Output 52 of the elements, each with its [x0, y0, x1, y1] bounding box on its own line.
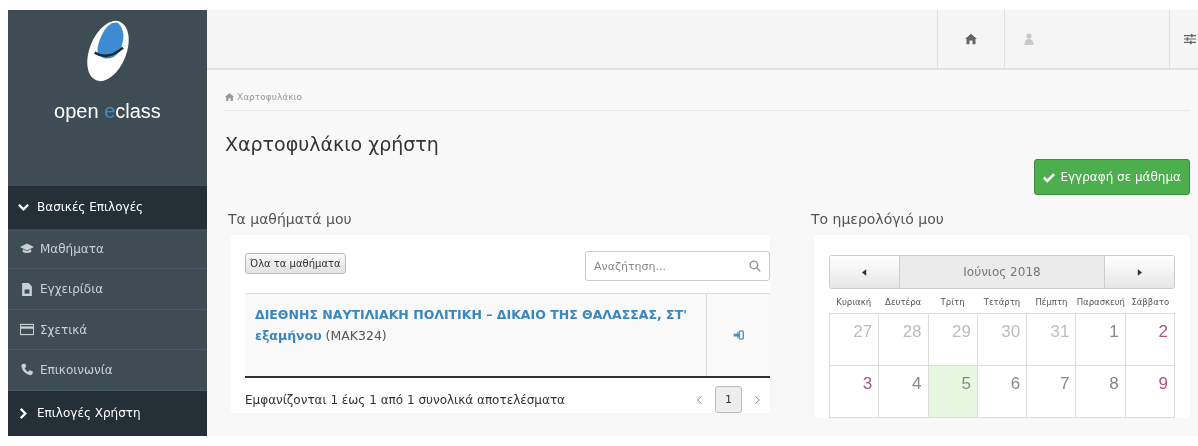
- chevron-down-icon: [18, 201, 29, 213]
- weekday-label: Τρίτη: [939, 297, 966, 307]
- calendar-day[interactable]: 5: [928, 366, 978, 418]
- calendar-day[interactable]: 9: [1125, 366, 1175, 418]
- triangle-left-icon: [862, 268, 867, 276]
- chevron-right-icon: [18, 407, 29, 419]
- breadcrumb-link[interactable]: Χαρτοφυλάκιο: [237, 92, 302, 102]
- calendar-day[interactable]: 27: [830, 314, 880, 366]
- section-heading: Το ημερολόγιό μου: [811, 211, 944, 227]
- chevron-left-icon: [697, 394, 703, 405]
- sign-in-icon: [733, 330, 744, 340]
- previous-month-button[interactable]: [830, 256, 900, 288]
- weekday-label: Παρασκευή: [1076, 297, 1126, 307]
- search-field[interactable]: Αναζήτηση...: [585, 251, 770, 281]
- section-heading: Τα μαθήματά μου: [228, 211, 352, 227]
- weekday-label: Τετάρτη: [982, 297, 1022, 307]
- weekday-label: Κυριακή: [835, 297, 873, 307]
- calendar-day[interactable]: 31: [1027, 314, 1077, 366]
- register-button[interactable]: Εγγραφή σε μάθημα: [1034, 159, 1190, 195]
- calendar-day[interactable]: 1: [1076, 314, 1126, 366]
- page-title: Χαρτοφυλάκιο χρήστη: [225, 133, 439, 155]
- calendar-day[interactable]: 2: [1125, 314, 1175, 366]
- logo-text: open eclass: [54, 100, 161, 123]
- calendar-day[interactable]: 3: [830, 366, 880, 418]
- search-icon: [749, 260, 761, 272]
- weekday-label: Δευτέρα: [884, 297, 923, 307]
- user-icon: [1023, 33, 1035, 45]
- chevron-right-icon: [754, 394, 760, 405]
- weekday-label: Πέμπτη: [1034, 297, 1069, 307]
- weekday-label: Σάββατο: [1130, 297, 1171, 307]
- phone-icon: [20, 363, 34, 377]
- all-courses-button[interactable]: Όλα τα μαθήματα: [245, 253, 346, 274]
- calendar-day[interactable]: 4: [879, 366, 929, 418]
- page-button[interactable]: 1: [715, 386, 742, 413]
- next-month-button[interactable]: [1104, 256, 1174, 288]
- card-icon: [20, 323, 34, 336]
- calendar-day[interactable]: 7: [1027, 366, 1077, 418]
- calendar-day[interactable]: 28: [879, 314, 929, 366]
- document-icon: [20, 282, 34, 296]
- sidebar-section-toggle[interactable]: Βασικές Επιλογές: [8, 185, 207, 229]
- graduation-cap-icon: [20, 242, 34, 256]
- home-icon: [965, 33, 977, 45]
- month-label: Ιούνιος 2018: [900, 256, 1104, 288]
- calendar-day[interactable]: 8: [1076, 366, 1126, 418]
- home-icon: [225, 93, 234, 101]
- sidebar-section-toggle[interactable]: Επιλογές Χρήστη: [8, 390, 207, 436]
- triangle-right-icon: [1137, 268, 1142, 276]
- results-info: Εμφανίζονται 1 έως 1 από 1 συνολικά αποτελέσματα: [245, 392, 566, 407]
- check-icon: [1043, 171, 1056, 183]
- sliders-icon: [1184, 33, 1196, 45]
- calendar-day[interactable]: 6: [977, 366, 1028, 418]
- calendar-day[interactable]: 30: [977, 314, 1028, 366]
